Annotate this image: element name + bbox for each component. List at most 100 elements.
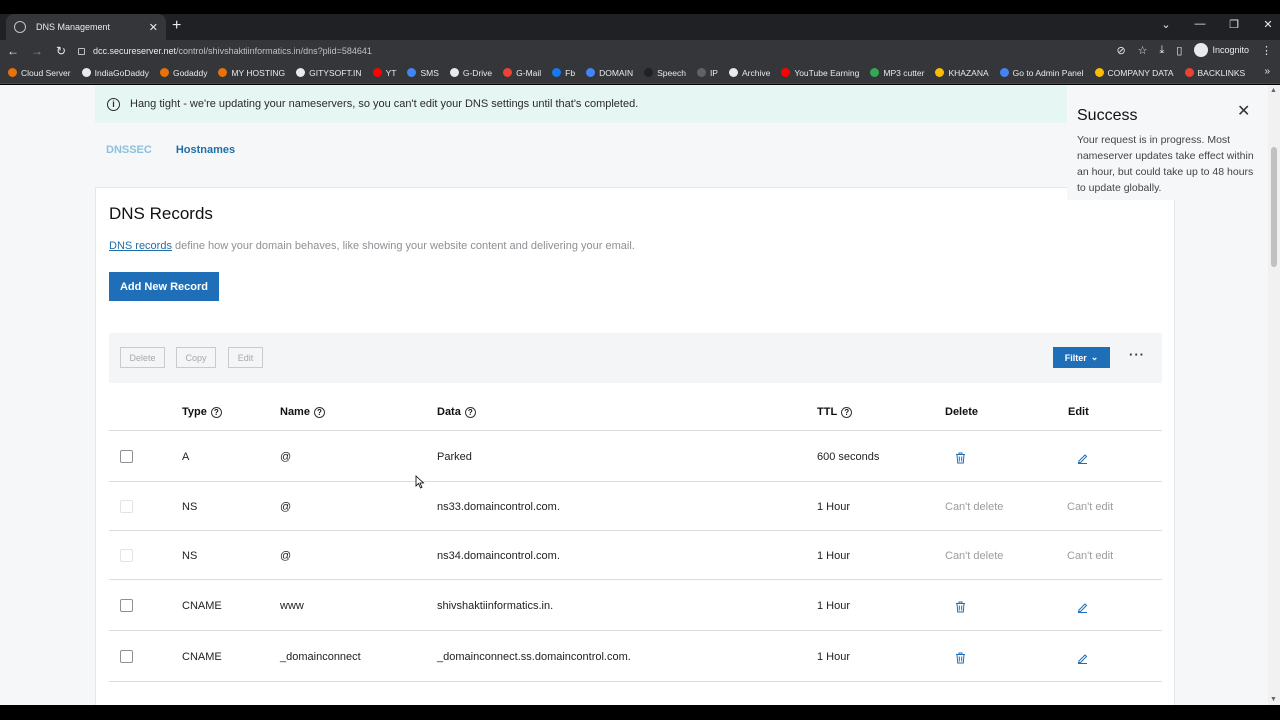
restore-icon[interactable]: ❐: [1228, 18, 1240, 31]
table-body: A @ Parked 600 seconds NS @ ns33.domaincontrol…: [109, 431, 1162, 682]
tab-dnssec[interactable]: DNSSEC: [106, 144, 152, 156]
filter-button[interactable]: Filter ⌄: [1053, 347, 1110, 368]
bookmark-item[interactable]: MP3 cutter: [870, 68, 924, 78]
bookmark-item[interactable]: IP: [696, 68, 718, 78]
bookmark-item[interactable]: COMPANY DATA: [1094, 67, 1174, 78]
row-checkbox[interactable]: [120, 599, 133, 612]
dns-records-table: Type ? Name ? Data ? TTL ? Delete Edit A…: [109, 393, 1162, 682]
bookmark-item[interactable]: G-Drive: [449, 68, 492, 78]
bookmark-favicon-icon: [552, 68, 562, 77]
cell-ttl: 1 Hour: [817, 651, 851, 663]
help-icon[interactable]: ?: [210, 406, 222, 418]
cell-ttl: 600 seconds: [817, 451, 880, 463]
trash-icon[interactable]: [955, 451, 966, 464]
browser-tab-strip: DNS Management ✕ + ⌄ — ❐ ✕: [0, 14, 1280, 40]
bookmark-item[interactable]: GITYSOFT.IN: [296, 68, 362, 78]
globe-icon: [14, 21, 26, 33]
pencil-icon[interactable]: [1077, 600, 1088, 613]
page-viewport: i Hang tight - we're updating your names…: [0, 85, 1280, 705]
header-data-label: Data: [437, 406, 461, 418]
close-icon[interactable]: ✕: [1237, 101, 1250, 121]
row-checkbox[interactable]: [120, 450, 133, 463]
scroll-up-icon[interactable]: ▲: [1270, 87, 1277, 94]
eye-off-icon[interactable]: ⊘: [1116, 44, 1125, 57]
tab-hostnames[interactable]: Hostnames: [176, 144, 235, 156]
cell-ttl: 1 Hour: [817, 501, 851, 513]
row-checkbox[interactable]: [120, 650, 133, 663]
table-row: NS @ ns33.domaincontrol.com. 1 Hour Can't de…: [109, 482, 1162, 531]
cell-name: @: [280, 451, 292, 463]
pencil-icon[interactable]: [1077, 451, 1088, 464]
pencil-icon[interactable]: [1077, 651, 1088, 664]
page-scrollbar[interactable]: ▲ ▼: [1268, 85, 1280, 705]
cell-data: shivshaktiinformatics.in.: [437, 600, 554, 612]
bookmark-item[interactable]: MY HOSTING: [218, 68, 285, 78]
bookmark-item[interactable]: Fb: [552, 68, 575, 78]
cell-data: _domainconnect.ss.domaincontrol.com.: [437, 651, 631, 663]
browser-tab[interactable]: DNS Management ✕: [6, 14, 166, 40]
close-window-icon[interactable]: ✕: [1262, 18, 1274, 31]
help-icon[interactable]: ?: [313, 406, 325, 418]
bookmark-item[interactable]: Archive: [728, 68, 770, 78]
header-delete: Delete: [945, 406, 978, 418]
bookmark-item[interactable]: BACKLINKS: [1184, 68, 1245, 78]
filter-label: Filter: [1064, 352, 1087, 363]
bookmark-item[interactable]: KHAZANA: [935, 68, 989, 78]
star-icon[interactable]: ☆: [1138, 44, 1148, 57]
menu-icon[interactable]: ⋮: [1261, 44, 1272, 57]
table-header: Type ? Name ? Data ? TTL ? Delete Edit: [109, 393, 1162, 431]
cell-name: _domainconnect: [280, 651, 361, 663]
more-options-button[interactable]: ···: [1129, 347, 1145, 362]
reload-icon[interactable]: ↻: [50, 44, 72, 58]
help-icon[interactable]: ?: [464, 406, 476, 418]
header-ttl-label: TTL: [817, 406, 838, 418]
edit-selected-button[interactable]: Edit: [228, 347, 263, 368]
table-row: NS @ ns34.domaincontrol.com. 1 Hour Can't de…: [109, 531, 1162, 580]
incognito-profile[interactable]: Incognito: [1194, 43, 1249, 57]
bookmark-label: SMS: [420, 67, 439, 78]
cell-ttl: 1 Hour: [817, 550, 851, 562]
sidepanel-icon[interactable]: ▯: [1176, 44, 1182, 57]
bookmark-item[interactable]: Go to Admin Panel: [999, 67, 1084, 78]
scroll-down-icon[interactable]: ▼: [1270, 696, 1277, 703]
bookmark-item[interactable]: SMS: [407, 67, 439, 78]
help-icon[interactable]: ?: [841, 406, 853, 418]
cant-delete-text: Can't delete: [945, 501, 1004, 513]
bookmark-item[interactable]: IndiaGoDaddy: [81, 68, 149, 78]
back-icon[interactable]: ←: [2, 44, 24, 58]
bookmark-item[interactable]: DOMAIN: [586, 68, 633, 78]
copy-selected-button[interactable]: Copy: [176, 347, 216, 368]
bookmark-item[interactable]: Speech: [644, 68, 686, 78]
minimize-icon[interactable]: —: [1194, 18, 1206, 31]
header-edit: Edit: [1068, 406, 1089, 418]
url-field[interactable]: dcc.secureserver.net /control/shivshakti…: [78, 46, 372, 56]
bookmark-item[interactable]: G-Mail: [503, 68, 541, 78]
bookmark-label: Go to Admin Panel: [1012, 67, 1084, 78]
bookmark-label: Cloud Server: [21, 67, 71, 78]
bookmark-favicon-icon: [8, 68, 17, 77]
forward-icon[interactable]: →: [26, 44, 48, 58]
bookmark-favicon-icon: [935, 68, 945, 77]
page-title: DNS Records: [109, 204, 213, 223]
dns-records-link[interactable]: DNS records: [109, 240, 172, 252]
bookmark-item[interactable]: Cloud Server: [8, 68, 71, 78]
row-checkbox: [120, 549, 133, 562]
header-delete-label: Delete: [945, 406, 979, 418]
mouse-cursor-icon: [415, 475, 425, 489]
tab-search-icon[interactable]: ⌄: [1160, 18, 1172, 31]
trash-icon[interactable]: [955, 651, 966, 664]
bookmark-label: COMPANY DATA: [1107, 67, 1174, 78]
add-new-record-button[interactable]: Add New Record: [109, 272, 219, 301]
bookmark-item[interactable]: YT: [372, 68, 396, 78]
delete-selected-button[interactable]: Delete: [120, 347, 165, 368]
bookmark-item[interactable]: Godaddy: [159, 68, 207, 78]
header-edit-label: Edit: [1068, 406, 1089, 418]
bookmark-favicon-icon: [159, 68, 169, 77]
tab-close-icon[interactable]: ✕: [149, 21, 158, 34]
trash-icon[interactable]: [955, 600, 966, 613]
scroll-thumb[interactable]: [1271, 147, 1277, 267]
bookmarks-overflow-icon[interactable]: »: [1264, 66, 1270, 77]
bookmark-item[interactable]: YouTube Earning: [781, 68, 859, 78]
new-tab-button[interactable]: +: [172, 17, 181, 35]
download-icon[interactable]: ⤓: [1160, 44, 1165, 57]
